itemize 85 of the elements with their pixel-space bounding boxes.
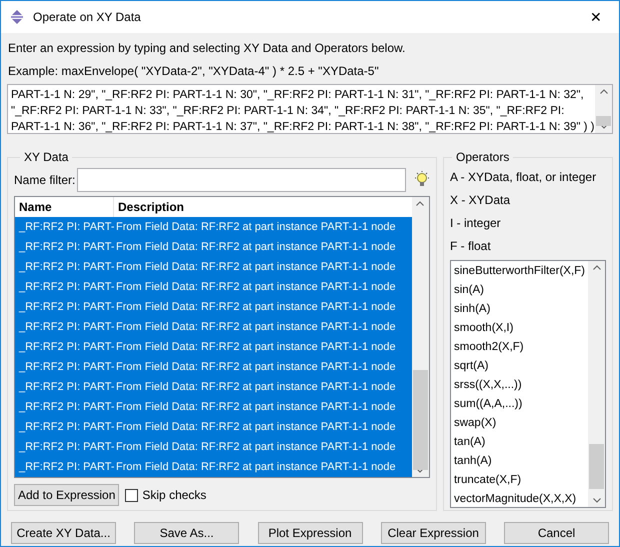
name-cell-text: _RF:RF2 PI: PART-	[18, 440, 114, 455]
instruction-text: Enter an expression by typing and selecting XY Data and Operators below.	[8, 40, 406, 57]
scroll-down-icon[interactable]	[416, 468, 424, 473]
table-row[interactable]: _RF:RF2 PI: PART-From Field Data: RF:RF2 at part instance PART-1-1 node	[15, 237, 412, 257]
name-cell-text: _RF:RF2 PI: PART-	[18, 340, 114, 355]
table-row[interactable]: _RF:RF2 PI: PART-From Field Data: RF:RF2 at part instance PART-1-1 node	[15, 337, 412, 357]
expression-field[interactable]: PART-1-1 N: 29", "_RF:RF2 PI: PART-1-1 N: 30", "_RF:RF2 PI: PART-1-1 N: 31", "_RF:RF2 PI: PART-1-1 N: 32", "_RF:RF2 PI: PART-1-1 N: 33", "_RF:RF2 PI: PART-1-1 N: 34", "_RF:RF2 PI: PART-1-1 N: 35", "_RF:RF2 PI: PART-1-1 N: 36", "_RF:RF2 PI: PART-1-1 N: 37", "_RF:RF2 PI: PART-1-1 N: 38", "_RF:RF2 PI: PART-1-1 N: 39" ) )	[7, 84, 613, 134]
scroll-down-icon[interactable]	[592, 498, 600, 503]
operator-item[interactable]: sineButterworthFilter(X,F)	[450, 262, 588, 281]
description-cell-text: From Field Data: RF:RF2 at part instance PART-1-1 node	[115, 260, 397, 275]
app-icon	[9, 9, 25, 25]
operator-item[interactable]: tan(A)	[450, 433, 588, 452]
description-cell-text: From Field Data: RF:RF2 at part instance PART-1-1 node	[115, 240, 397, 255]
scrollbar-thumb[interactable]	[589, 444, 604, 489]
skip-checks-checkbox[interactable]	[125, 488, 138, 502]
operator-item[interactable]: sum((A,A,...))	[450, 395, 588, 414]
name-cell-text: _RF:RF2 PI: PART-	[18, 320, 114, 335]
group-title: XY Data	[23, 149, 70, 166]
scroll-up-icon[interactable]	[416, 201, 424, 206]
name-cell-text: _RF:RF2 PI: PART-	[18, 280, 114, 295]
example-text: Example: maxEnvelope( "XYData-2", "XYData-4" ) * 2.5 + "XYData-5"	[8, 63, 380, 80]
name-cell-text: _RF:RF2 PI: PART-	[18, 360, 114, 375]
dialog-button[interactable]: Plot Expression	[258, 522, 362, 544]
name-cell-text: _RF:RF2 PI: PART-	[18, 420, 114, 435]
name-cell-text: _RF:RF2 PI: PART-	[18, 220, 114, 235]
name-filter-field[interactable]	[77, 168, 406, 192]
table-row[interactable]: _RF:RF2 PI: PART-From Field Data: RF:RF2 at part instance PART-1-1 node	[15, 437, 412, 457]
name-cell-text: _RF:RF2 PI: PART-	[18, 460, 114, 475]
name-cell-text: _RF:RF2 PI: PART-	[18, 400, 114, 415]
legend-text: X - XYData	[450, 192, 512, 209]
description-cell-text: From Field Data: RF:RF2 at part instance PART-1-1 node	[115, 360, 397, 375]
table-row[interactable]: _RF:RF2 PI: PART-From Field Data: RF:RF2 at part instance PART-1-1 node	[15, 377, 412, 397]
skip-checks-label: Skip checks	[142, 487, 206, 504]
operator-item[interactable]: tanh(A)	[450, 452, 588, 471]
legend-text: F - float	[450, 238, 492, 255]
table-row[interactable]: _RF:RF2 PI: PART-From Field Data: RF:RF2 at part instance PART-1-1 node	[15, 417, 412, 437]
operator-item[interactable]: smooth2(X,F)	[450, 338, 588, 357]
table-row[interactable]: _RF:RF2 PI: PART-From Field Data: RF:RF2 at part instance PART-1-1 node	[15, 277, 412, 297]
scroll-down-icon[interactable]	[600, 124, 608, 129]
description-cell-text: From Field Data: RF:RF2 at part instance PART-1-1 node	[115, 400, 397, 415]
window-title: Operate on XY Data	[33, 9, 142, 26]
description-cell-text: From Field Data: RF:RF2 at part instance PART-1-1 node	[115, 460, 397, 475]
description-cell-text: From Field Data: RF:RF2 at part instance PART-1-1 node	[115, 320, 397, 335]
description-cell-text: From Field Data: RF:RF2 at part instance PART-1-1 node	[115, 380, 397, 395]
table-row[interactable]: _RF:RF2 PI: PART-From Field Data: RF:RF2 at part instance PART-1-1 node	[15, 297, 412, 317]
table-row[interactable]: _RF:RF2 PI: PART-From Field Data: RF:RF2 at part instance PART-1-1 node	[15, 257, 412, 277]
name-cell-text: _RF:RF2 PI: PART-	[18, 380, 114, 395]
name-cell-text: _RF:RF2 PI: PART-	[18, 260, 114, 275]
scroll-up-icon[interactable]	[592, 265, 600, 270]
operator-item[interactable]: truncate(X,F)	[450, 471, 588, 490]
close-button[interactable]: ✕	[581, 6, 611, 28]
dialog-button[interactable]: Clear Expression	[380, 522, 486, 544]
table-row[interactable]: _RF:RF2 PI: PART-From Field Data: RF:RF2 at part instance PART-1-1 node	[15, 217, 412, 237]
dialog-button[interactable]: Cancel	[504, 522, 609, 544]
lightbulb-icon[interactable]	[414, 171, 430, 189]
scrollbar-thumb[interactable]	[412, 370, 428, 470]
operator-item[interactable]: swap(X)	[450, 414, 588, 433]
dialog-button[interactable]: Save As...	[134, 522, 240, 544]
operator-item[interactable]: sqrt(A)	[450, 357, 588, 376]
description-cell-text: From Field Data: RF:RF2 at part instance PART-1-1 node	[115, 340, 397, 355]
add-to-expression-button[interactable]: Add to Expression	[14, 484, 120, 506]
description-cell-text: From Field Data: RF:RF2 at part instance PART-1-1 node	[115, 420, 397, 435]
column-header[interactable]: Description	[114, 197, 412, 217]
name-cell-text: _RF:RF2 PI: PART-	[18, 300, 114, 315]
filter-label: Name filter:	[14, 172, 76, 189]
scrollbar-thumb[interactable]	[596, 116, 611, 126]
name-cell-text: _RF:RF2 PI: PART-	[18, 240, 114, 255]
legend-text: A - XYData, float, or integer	[450, 169, 598, 186]
description-cell-text: From Field Data: RF:RF2 at part instance PART-1-1 node	[115, 300, 397, 315]
description-cell-text: From Field Data: RF:RF2 at part instance PART-1-1 node	[115, 440, 397, 455]
operator-item[interactable]: sinh(A)	[450, 300, 588, 319]
table-row[interactable]: _RF:RF2 PI: PART-From Field Data: RF:RF2 at part instance PART-1-1 node	[15, 397, 412, 417]
operator-item[interactable]: srss((X,X,...))	[450, 376, 588, 395]
group-title: Operators	[454, 149, 510, 166]
table-row[interactable]: _RF:RF2 PI: PART-From Field Data: RF:RF2 at part instance PART-1-1 node	[15, 317, 412, 337]
operator-item[interactable]: vectorMagnitude(X,X,X)	[450, 490, 588, 507]
table-row[interactable]: _RF:RF2 PI: PART-From Field Data: RF:RF2 at part instance PART-1-1 node	[15, 457, 412, 477]
scroll-up-icon[interactable]	[600, 89, 608, 94]
operator-item[interactable]: sin(A)	[450, 281, 588, 300]
table-row[interactable]: _RF:RF2 PI: PART-From Field Data: RF:RF2 at part instance PART-1-1 node	[15, 357, 412, 377]
legend-text: I - integer	[450, 215, 502, 232]
description-cell-text: From Field Data: RF:RF2 at part instance PART-1-1 node	[115, 220, 397, 235]
operator-item[interactable]: smooth(X,I)	[450, 319, 588, 338]
description-cell-text: From Field Data: RF:RF2 at part instance PART-1-1 node	[115, 280, 397, 295]
dialog-button[interactable]: Create XY Data...	[11, 522, 116, 544]
